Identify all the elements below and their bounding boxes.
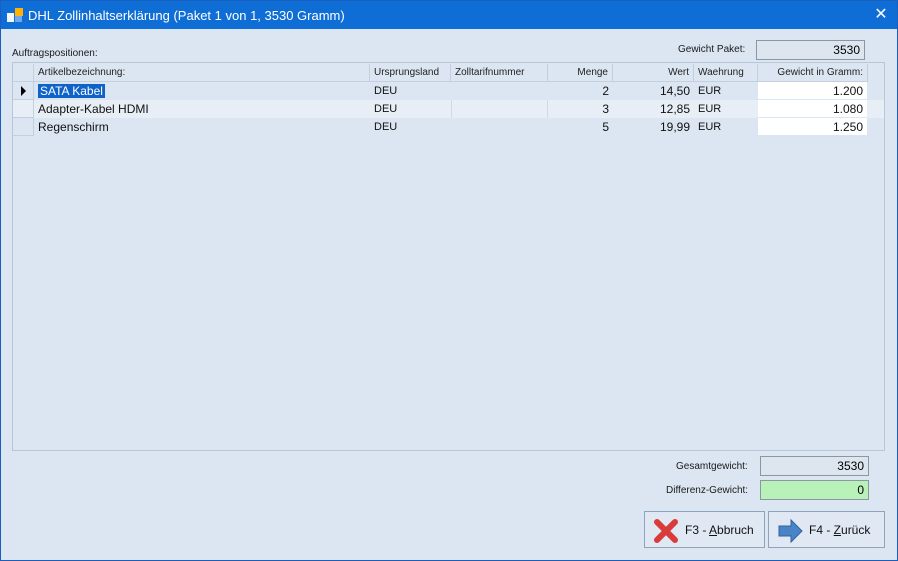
window-title: DHL Zollinhaltserklärung (Paket 1 von 1,… [28, 8, 345, 23]
cancel-button[interactable]: F3 - Abbruch [644, 511, 765, 548]
tariff-cell[interactable] [451, 82, 548, 100]
col-header-article[interactable]: Artikelbezeichnung: [34, 64, 370, 82]
diff-weight-field[interactable]: 0 [760, 480, 869, 500]
col-header-tariff[interactable]: Zolltarifnummer [451, 64, 548, 82]
cancel-mnemonic: A [709, 523, 718, 537]
currency-cell[interactable]: EUR [694, 100, 758, 118]
col-header-origin[interactable]: Ursprungsland [370, 64, 451, 82]
arrow-right-icon [778, 518, 803, 544]
back-button-label: F4 - Zurück [809, 523, 870, 537]
col-header-weight[interactable]: Gewicht in Gramm: [758, 64, 868, 82]
back-mnemonic: Z [833, 523, 842, 537]
article-cell[interactable]: Adapter-Kabel HDMI [34, 100, 370, 118]
currency-cell[interactable]: EUR [694, 82, 758, 100]
table-row[interactable]: Regenschirm DEU 5 19,99 EUR 1.250 [13, 118, 884, 136]
back-label-rest: urück [841, 523, 871, 537]
close-icon[interactable]: ✕ [871, 5, 891, 25]
red-x-icon [654, 519, 678, 543]
quantity-cell[interactable]: 5 [548, 118, 613, 136]
cancel-label-rest: bbruch [717, 523, 754, 537]
back-button[interactable]: F4 - Zurück [768, 511, 885, 548]
col-header-quantity[interactable]: Menge [548, 64, 613, 82]
table-row[interactable]: Adapter-Kabel HDMI DEU 3 12,85 EUR 1.080 [13, 100, 884, 118]
value-cell[interactable]: 14,50 [613, 82, 694, 100]
positions-label: Auftragspositionen: [12, 48, 98, 59]
article-cell[interactable]: Regenschirm [34, 118, 370, 136]
app-icon [7, 8, 23, 22]
back-shortcut: F4 - [809, 523, 834, 537]
value-cell[interactable]: 12,85 [613, 100, 694, 118]
tariff-cell[interactable] [451, 118, 548, 136]
value-cell[interactable]: 19,99 [613, 118, 694, 136]
article-name: SATA Kabel [38, 84, 105, 98]
diff-weight-label: Differenz-Gewicht: [666, 485, 749, 496]
row-indicator [13, 118, 34, 136]
quantity-cell[interactable]: 2 [548, 82, 613, 100]
total-weight-field[interactable]: 3530 [760, 456, 869, 476]
package-weight-label: Gewicht Paket: [678, 44, 746, 55]
currency-cell[interactable]: EUR [694, 118, 758, 136]
col-header-currency[interactable]: Waehrung [694, 64, 758, 82]
grid-corner [13, 64, 34, 82]
row-indicator [13, 82, 34, 100]
cancel-shortcut: F3 - [685, 523, 710, 537]
package-weight-field[interactable]: 3530 [756, 40, 865, 60]
origin-cell[interactable]: DEU [370, 118, 451, 136]
origin-cell[interactable]: DEU [370, 100, 451, 118]
customs-declaration-dialog: DHL Zollinhaltserklärung (Paket 1 von 1,… [0, 0, 898, 561]
cancel-button-label: F3 - Abbruch [685, 523, 754, 537]
weight-cell[interactable]: 1.080 [758, 100, 867, 118]
weight-cell[interactable]: 1.200 [758, 82, 867, 100]
article-cell[interactable]: SATA Kabel [34, 82, 370, 100]
title-bar: DHL Zollinhaltserklärung (Paket 1 von 1,… [1, 1, 897, 29]
col-header-value[interactable]: Wert [613, 64, 694, 82]
tariff-cell[interactable] [451, 100, 548, 118]
origin-cell[interactable]: DEU [370, 82, 451, 100]
total-weight-label: Gesamtgewicht: [676, 461, 748, 472]
row-pointer-icon [21, 86, 26, 96]
table-row[interactable]: SATA Kabel DEU 2 14,50 EUR 1.200 [13, 82, 884, 100]
row-indicator [13, 100, 34, 118]
positions-grid[interactable]: Artikelbezeichnung: Ursprungsland Zollta… [12, 62, 885, 451]
quantity-cell[interactable]: 3 [548, 100, 613, 118]
weight-cell[interactable]: 1.250 [758, 118, 867, 136]
